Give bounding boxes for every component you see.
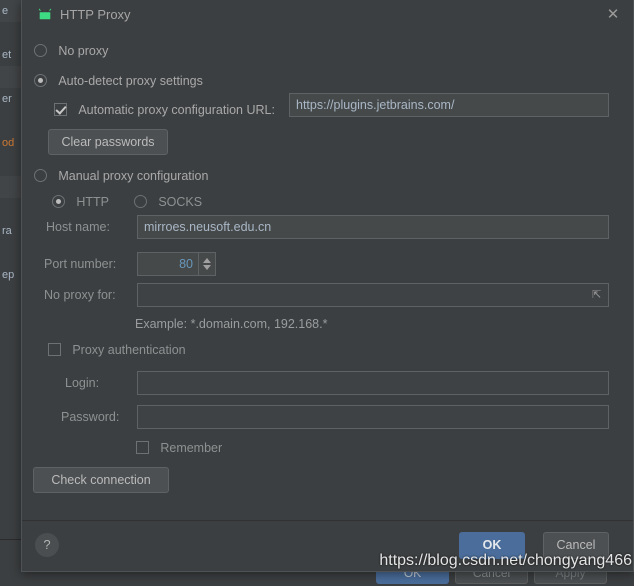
checkbox-proxy-authentication-label: Proxy authentication xyxy=(72,343,186,357)
radio-socks-label: SOCKS xyxy=(158,195,203,209)
no-proxy-example-hint: Example: *.domain.com, 192.168.* xyxy=(135,317,328,331)
stepper-down-icon[interactable] xyxy=(203,265,211,270)
tree-item[interactable] xyxy=(0,66,22,88)
host-name-label: Host name: xyxy=(46,220,110,234)
dialog-title: HTTP Proxy xyxy=(60,7,131,22)
tree-item[interactable]: ra xyxy=(0,220,22,242)
radio-auto-detect-label: Auto-detect proxy settings xyxy=(58,74,203,88)
port-number-input[interactable]: 80 xyxy=(137,252,199,276)
login-label: Login: xyxy=(65,376,100,390)
dialog-content: No proxy Auto-detect proxy settings Auto… xyxy=(22,30,633,520)
port-number-label: Port number: xyxy=(44,257,117,271)
tree-item[interactable]: e xyxy=(0,0,22,22)
checkbox-proxy-authentication[interactable]: Proxy authentication xyxy=(48,343,186,357)
radio-no-proxy[interactable]: No proxy xyxy=(34,44,108,58)
radio-manual-proxy-label: Manual proxy configuration xyxy=(58,169,209,183)
password-input[interactable] xyxy=(137,405,609,429)
close-icon[interactable]: ✕ xyxy=(602,5,624,25)
checkbox-remember-indicator[interactable] xyxy=(136,441,149,454)
tree-item[interactable] xyxy=(0,198,22,220)
checkbox-automatic-pac-url[interactable]: Automatic proxy configuration URL: xyxy=(54,103,275,117)
radio-socks-indicator[interactable] xyxy=(134,195,147,208)
password-label: Password: xyxy=(61,410,120,424)
checkbox-proxy-authentication-indicator[interactable] xyxy=(48,343,61,356)
radio-http-indicator[interactable] xyxy=(52,195,65,208)
help-icon[interactable]: ? xyxy=(35,533,59,557)
expand-icon[interactable]: ⇱ xyxy=(592,290,603,301)
checkbox-automatic-pac-url-label: Automatic proxy configuration URL: xyxy=(78,103,275,117)
stepper-up-icon[interactable] xyxy=(203,258,211,263)
login-input[interactable] xyxy=(137,371,609,395)
radio-no-proxy-indicator[interactable] xyxy=(34,44,47,57)
radio-auto-detect-indicator[interactable] xyxy=(34,74,47,87)
tree-item[interactable] xyxy=(0,22,22,44)
radio-auto-detect[interactable]: Auto-detect proxy settings xyxy=(34,74,203,88)
radio-http-label: HTTP xyxy=(76,195,109,209)
settings-category-tree[interactable]: e et er od ra ep xyxy=(0,0,23,540)
radio-http[interactable]: HTTP xyxy=(52,195,109,209)
radio-socks[interactable]: SOCKS xyxy=(134,195,202,209)
no-proxy-for-input[interactable]: ⇱ xyxy=(137,283,609,307)
android-icon xyxy=(38,8,52,20)
tree-item[interactable]: ep xyxy=(0,264,22,286)
host-name-input[interactable]: mirroes.neusoft.edu.cn xyxy=(137,215,609,239)
radio-manual-proxy[interactable]: Manual proxy configuration xyxy=(34,169,208,183)
checkbox-remember[interactable]: Remember xyxy=(136,441,222,455)
dialog-titlebar: HTTP Proxy ✕ xyxy=(22,0,633,30)
check-connection-button[interactable]: Check connection xyxy=(33,467,169,493)
tree-item[interactable] xyxy=(0,176,22,198)
radio-manual-proxy-indicator[interactable] xyxy=(34,169,47,182)
tree-item[interactable]: od xyxy=(0,132,22,154)
no-proxy-for-label: No proxy for: xyxy=(44,288,116,302)
checkbox-remember-label: Remember xyxy=(160,441,223,455)
http-proxy-dialog: HTTP Proxy ✕ No proxy Auto-detect proxy … xyxy=(21,0,634,572)
checkbox-automatic-pac-url-indicator[interactable] xyxy=(54,103,67,116)
tree-item[interactable] xyxy=(0,110,22,132)
port-number-stepper[interactable] xyxy=(199,252,216,276)
radio-no-proxy-label: No proxy xyxy=(58,44,109,58)
clear-passwords-button[interactable]: Clear passwords xyxy=(48,129,168,155)
tree-item[interactable] xyxy=(0,154,22,176)
automatic-pac-url-input[interactable]: https://plugins.jetbrains.com/ xyxy=(289,93,609,117)
tree-item[interactable]: et xyxy=(0,44,22,66)
tree-item[interactable] xyxy=(0,242,22,264)
tree-item[interactable]: er xyxy=(0,88,22,110)
watermark-text: https://blog.csdn.net/chongyang466 xyxy=(379,552,632,569)
